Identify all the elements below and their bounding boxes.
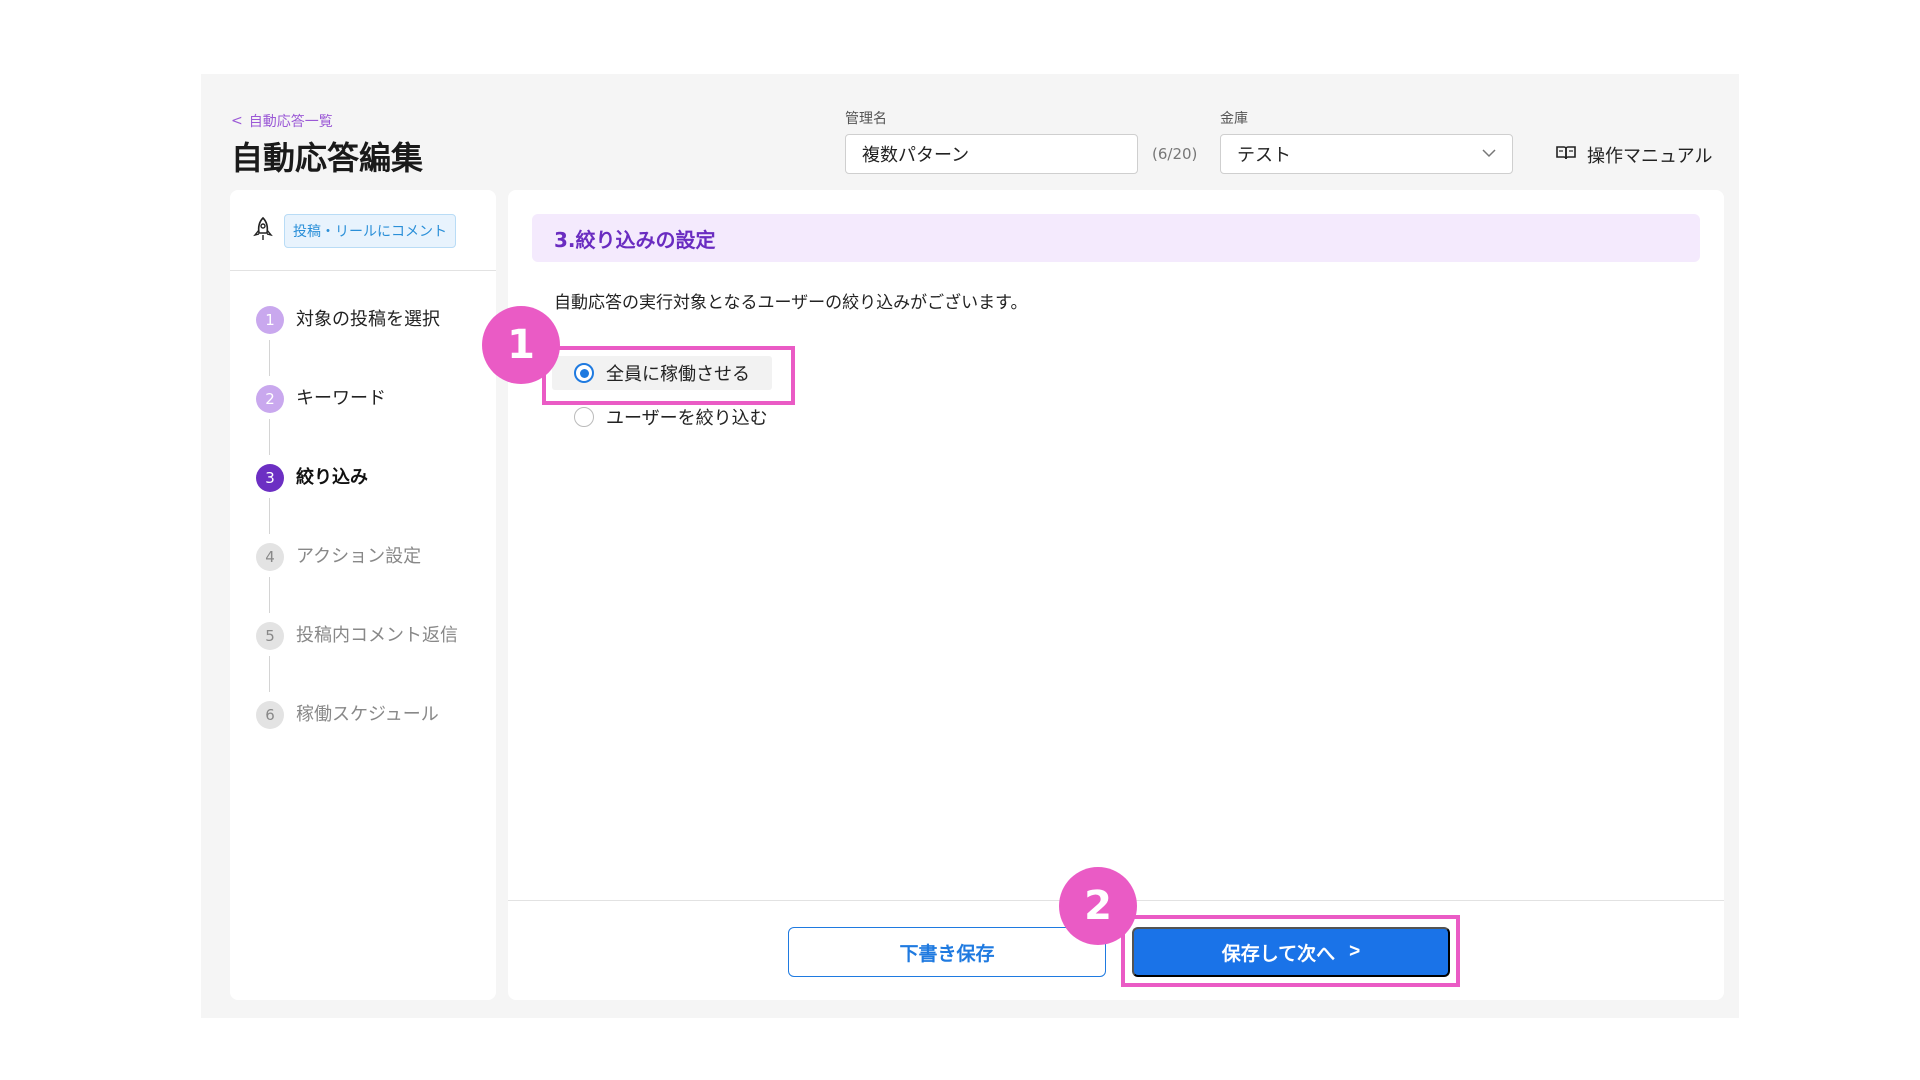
step-number: 6: [256, 701, 284, 729]
step-item-2[interactable]: 2 キーワード: [256, 385, 458, 464]
step-label: アクション設定: [296, 546, 422, 567]
step-number: 4: [256, 543, 284, 571]
save-draft-button[interactable]: 下書き保存: [788, 927, 1106, 977]
step-item-6[interactable]: 6 稼働スケジュール: [256, 701, 458, 780]
step-connector: [269, 577, 270, 613]
book-icon: [1555, 144, 1577, 167]
radio-option-filter-users[interactable]: ユーザーを絞り込む: [574, 404, 768, 430]
radio-label: 全員に稼働させる: [606, 364, 750, 385]
vault-select-value: テスト: [1237, 145, 1291, 166]
char-count: (6/20): [1152, 145, 1198, 163]
name-field-label: 管理名: [845, 111, 887, 127]
back-link-label: 自動応答一覧: [248, 114, 333, 130]
sidebar-divider: [230, 270, 496, 271]
step-list: 1 対象の投稿を選択 2 キーワード 3 絞り込み 4 アクション設定 5 投稿…: [256, 306, 458, 780]
step-item-5[interactable]: 5 投稿内コメント返信: [256, 622, 458, 701]
callout-badge-2: 2: [1059, 867, 1137, 945]
step-connector: [269, 340, 270, 376]
trigger-badge: 投稿・リールにコメント: [284, 214, 456, 248]
step-number: 2: [256, 385, 284, 413]
step-connector: [269, 656, 270, 692]
rocket-icon: [252, 216, 274, 246]
chevron-left-icon: <: [231, 113, 243, 129]
chevron-right-icon: >: [1349, 941, 1361, 962]
step-item-1[interactable]: 1 対象の投稿を選択: [256, 306, 458, 385]
manual-link-label: 操作マニュアル: [1587, 146, 1713, 167]
step-connector: [269, 498, 270, 534]
step-number: 5: [256, 622, 284, 650]
step-label: 稼働スケジュール: [296, 704, 439, 725]
vault-field-label: 金庫: [1220, 111, 1248, 127]
step-number: 3: [256, 464, 284, 492]
step-item-3[interactable]: 3 絞り込み: [256, 464, 458, 543]
chevron-down-icon: [1482, 146, 1496, 162]
step-number: 1: [256, 306, 284, 334]
vault-select[interactable]: テスト: [1220, 134, 1513, 174]
save-and-next-label: 保存して次へ: [1221, 943, 1336, 965]
step-label: 投稿内コメント返信: [296, 625, 458, 646]
radio-option-all-users[interactable]: 全員に稼働させる: [552, 356, 772, 390]
back-link[interactable]: < 自動応答一覧: [231, 111, 333, 131]
save-and-next-button[interactable]: 保存して次へ >: [1132, 927, 1450, 977]
radio-label: ユーザーを絞り込む: [606, 408, 768, 429]
section-title: 3.絞り込みの設定: [532, 214, 1700, 262]
step-item-4[interactable]: 4 アクション設定: [256, 543, 458, 622]
manual-link[interactable]: 操作マニュアル: [1555, 142, 1712, 168]
name-input[interactable]: 複数パターン: [845, 134, 1138, 174]
page-title: 自動応答編集: [231, 139, 424, 177]
radio-unchecked-icon[interactable]: [574, 407, 594, 427]
step-sidebar: 投稿・リールにコメント 1 対象の投稿を選択 2 キーワード 3 絞り込み 4 …: [230, 190, 496, 1000]
callout-badge-1: 1: [482, 306, 560, 384]
section-description: 自動応答の実行対象となるユーザーの絞り込みがございます。: [554, 293, 1028, 313]
trigger-row: 投稿・リールにコメント: [252, 214, 456, 248]
step-label: キーワード: [296, 388, 386, 409]
radio-checked-icon[interactable]: [574, 363, 594, 383]
step-connector: [269, 419, 270, 455]
step-label: 絞り込み: [296, 467, 368, 488]
step-label: 対象の投稿を選択: [296, 309, 440, 330]
